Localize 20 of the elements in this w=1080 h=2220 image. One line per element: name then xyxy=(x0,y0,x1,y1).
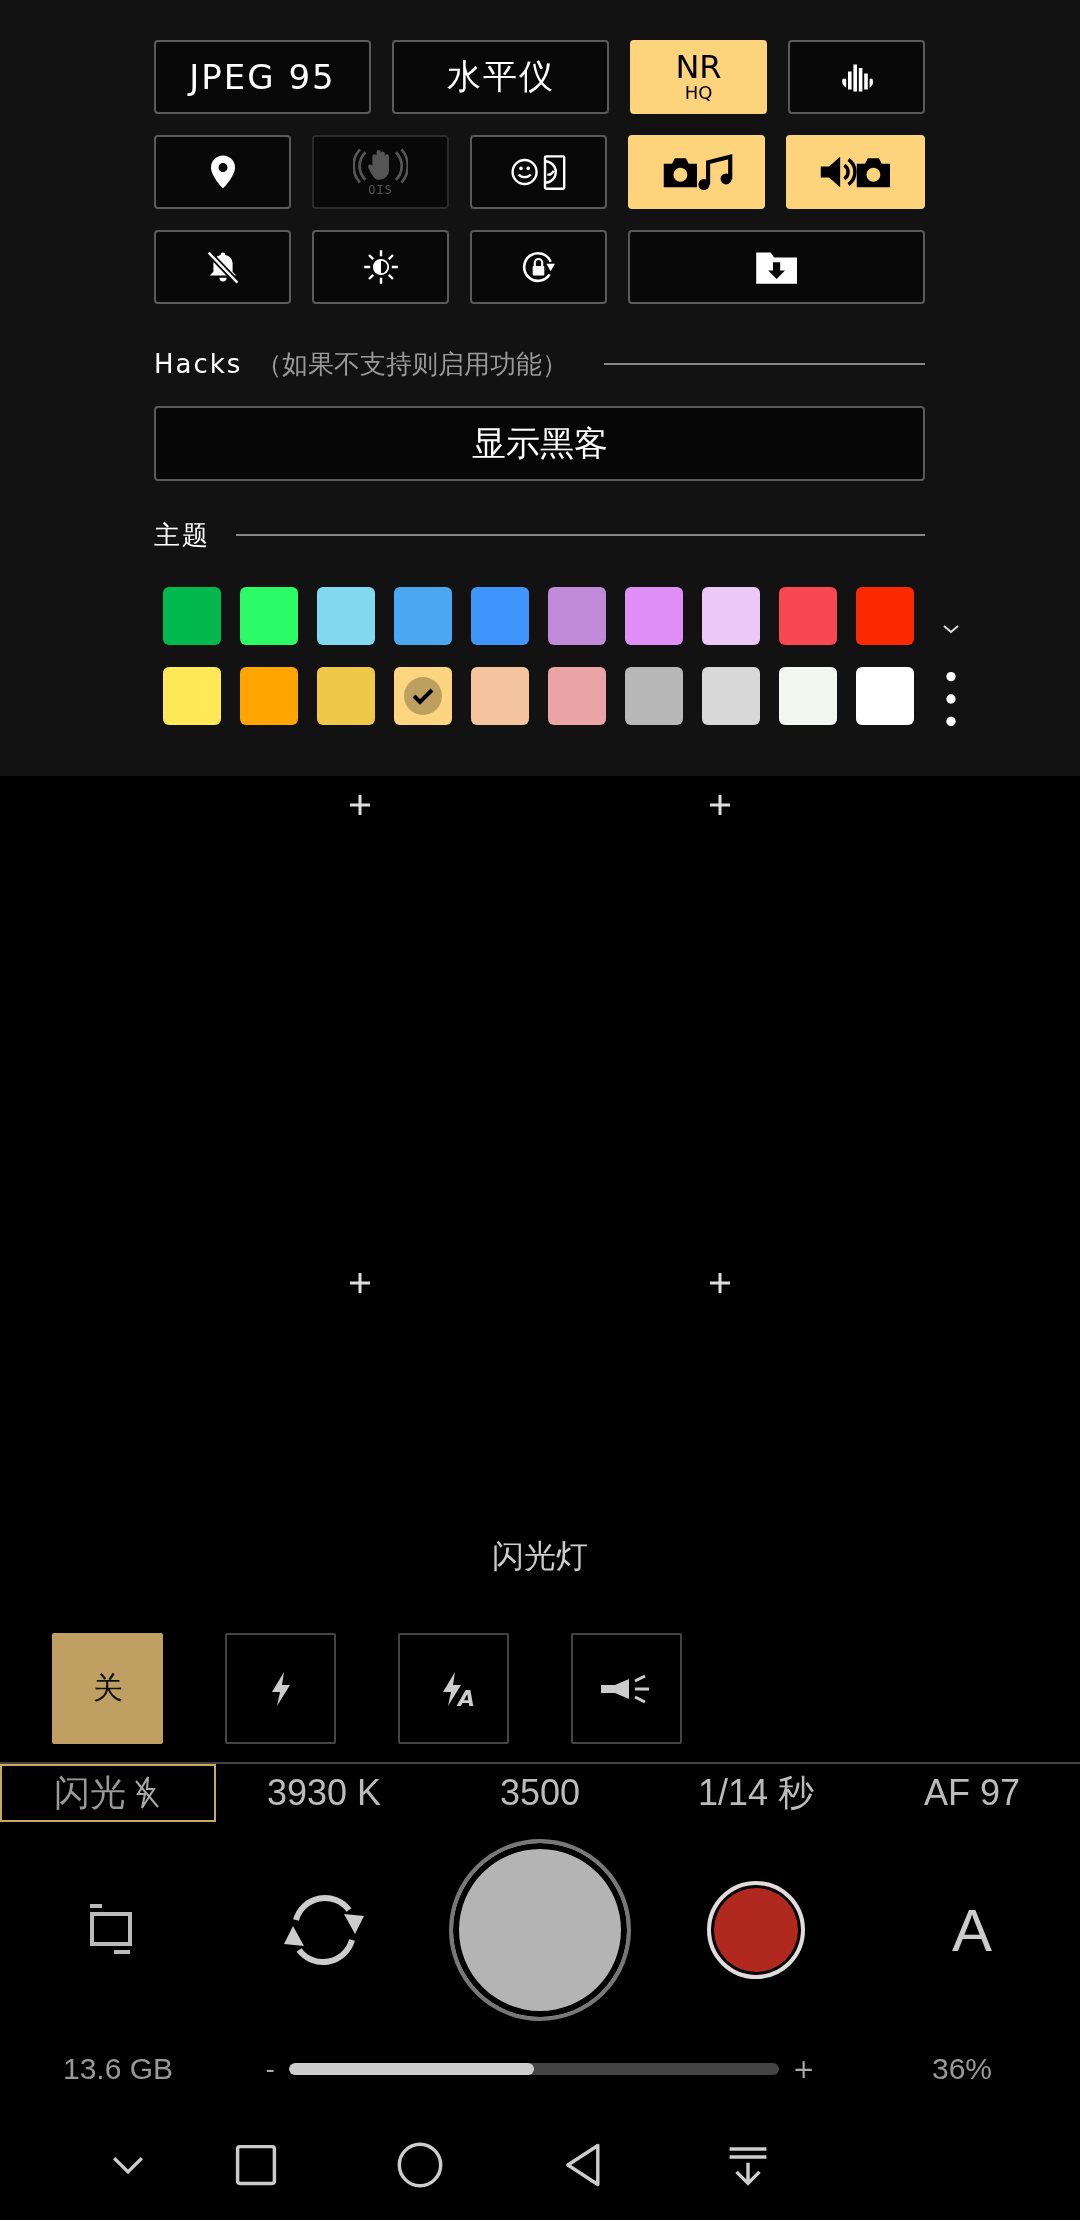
setting-button[interactable]: NR HQ xyxy=(630,40,767,114)
battery-label: 36% xyxy=(931,2052,992,2086)
flash-off-button[interactable]: 关 xyxy=(52,1633,163,1744)
reading-button[interactable]: AF 97 xyxy=(864,1764,1080,1822)
storage-label: 13.6 GB xyxy=(62,2052,174,2086)
flash-mode-button[interactable]: 闪光 xyxy=(0,1764,216,1822)
section-title: 主题 xyxy=(154,518,210,552)
reading-button[interactable]: 1/14 秒 xyxy=(648,1764,864,1822)
section-note: （如果不支持则启用功能） xyxy=(256,347,569,381)
setting-button[interactable]: JPEG 95 xyxy=(154,40,371,114)
flash-auto-button[interactable]: A xyxy=(398,1633,509,1744)
setting-button[interactable]: 水平仪 xyxy=(392,40,609,114)
zoom-in-button[interactable]: + xyxy=(792,2054,815,2084)
mode-button[interactable]: A xyxy=(946,1895,998,1965)
reading-button[interactable]: 3500 xyxy=(432,1764,648,1822)
flash-title: 闪光灯 xyxy=(492,1536,588,1577)
show-hacks-button[interactable]: 显示黑客 xyxy=(154,406,925,481)
reading-button[interactable]: 3930 K xyxy=(216,1764,432,1822)
zoom-out-button[interactable]: - xyxy=(265,2054,275,2084)
section-title: Hacks xyxy=(154,349,243,379)
